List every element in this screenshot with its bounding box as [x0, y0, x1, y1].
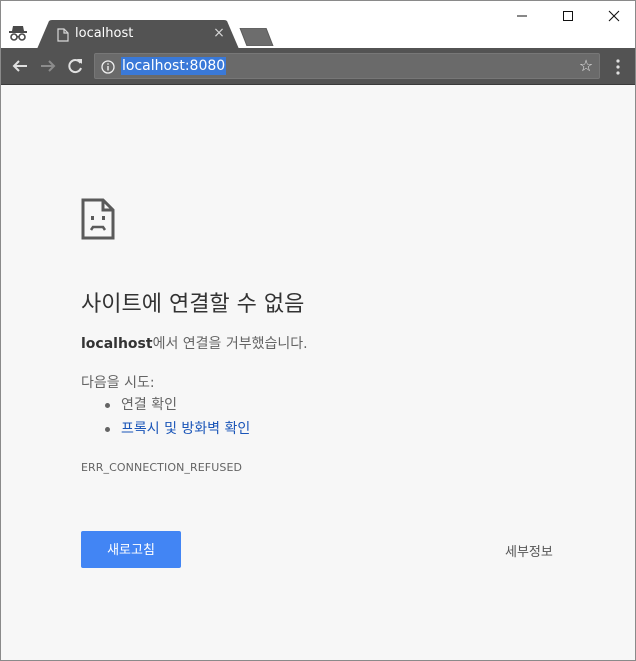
incognito-icon: [9, 25, 27, 41]
sad-page-icon: [81, 198, 115, 240]
forward-arrow-icon[interactable]: [38, 56, 58, 76]
page-icon: [57, 27, 69, 42]
reload-button[interactable]: 새로고침: [81, 531, 181, 568]
minimize-button[interactable]: [499, 1, 545, 31]
error-description: localhost에서 연결을 거부했습니다.: [81, 333, 308, 353]
try-label: 다음을 시도:: [81, 375, 155, 391]
error-host: localhost: [81, 336, 153, 352]
new-tab-button[interactable]: [239, 27, 275, 47]
suggestion-check-proxy-firewall-link[interactable]: 프록시 및 방화벽 확인: [101, 419, 250, 443]
error-code: ERR_CONNECTION_REFUSED: [81, 461, 243, 474]
toolbar: localhost:8080 ☆: [1, 48, 635, 85]
url-text[interactable]: localhost:8080: [121, 57, 227, 75]
menu-dots-icon[interactable]: [610, 58, 626, 76]
suggestion-list: 연결 확인 프록시 및 방화벽 확인: [101, 395, 250, 443]
tab-localhost[interactable]: localhost ×: [37, 20, 239, 49]
browser-window: localhost × localhost:8080 ☆ 사이트에 연결할 수 …: [0, 0, 636, 661]
tab-close-icon[interactable]: ×: [212, 25, 226, 41]
close-window-button[interactable]: [591, 1, 636, 31]
details-button[interactable]: 세부정보: [505, 541, 553, 560]
info-icon[interactable]: [101, 59, 115, 74]
error-message: 에서 연결을 거부했습니다.: [152, 336, 308, 352]
reload-icon[interactable]: [65, 56, 85, 76]
tab-title: localhost: [75, 26, 134, 41]
error-heading: 사이트에 연결할 수 없음: [81, 292, 305, 317]
tab-strip: localhost ×: [1, 1, 636, 49]
bookmark-star-icon[interactable]: ☆: [577, 57, 595, 75]
maximize-button[interactable]: [545, 1, 591, 31]
suggestion-check-connection: 연결 확인: [101, 395, 250, 419]
back-arrow-icon[interactable]: [10, 56, 30, 76]
error-page: 사이트에 연결할 수 없음 localhost에서 연결을 거부했습니다. 다음…: [1, 86, 635, 660]
address-bar[interactable]: localhost:8080 ☆: [94, 53, 600, 79]
